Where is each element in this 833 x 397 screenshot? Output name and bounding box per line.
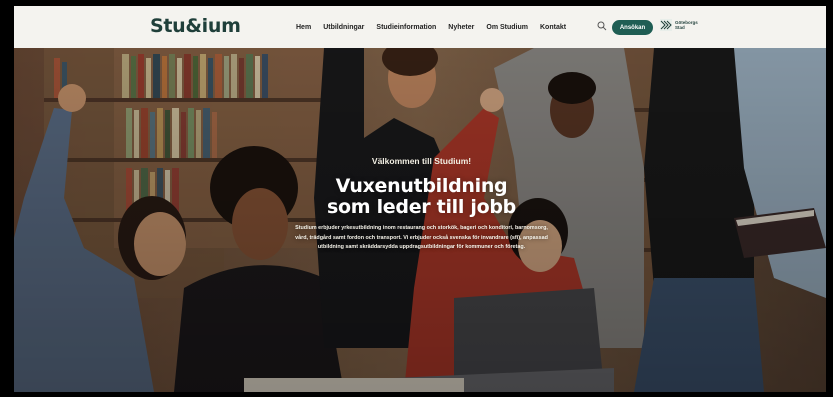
nav-item-om-studium[interactable]: Om Studium bbox=[486, 24, 528, 31]
hero-headline: Vuxenutbildning som leder till jobb bbox=[294, 176, 549, 218]
search-icon[interactable] bbox=[597, 21, 607, 31]
site-header: Stu&ium Hem Utbildningar Studieinformati… bbox=[14, 6, 826, 48]
city-logo[interactable]: Göteborgs Stad bbox=[660, 19, 699, 31]
hero-headline-line-1: Vuxenutbildning bbox=[335, 175, 508, 197]
goteborg-city-logo-icon bbox=[660, 19, 672, 31]
hero-welcome: Välkommen till Studium! bbox=[371, 156, 472, 166]
nav-item-nyheter[interactable]: Nyheter bbox=[448, 24, 474, 31]
site-logo[interactable]: Stu&ium bbox=[150, 15, 241, 37]
nav-item-hem[interactable]: Hem bbox=[296, 24, 311, 31]
nav-item-utbildningar[interactable]: Utbildningar bbox=[323, 24, 364, 31]
nav-item-kontakt[interactable]: Kontakt bbox=[540, 24, 566, 31]
hero-headline-line-2: som leder till jobb bbox=[327, 196, 516, 218]
nav-item-studieinformation[interactable]: Studieinformation bbox=[376, 24, 436, 31]
apply-button[interactable]: Ansökan bbox=[612, 20, 653, 35]
main-nav: Hem Utbildningar Studieinformation Nyhet… bbox=[296, 6, 578, 48]
hero-text-block: Välkommen till Studium! Vuxenutbildning … bbox=[294, 156, 549, 253]
hero-intro: Studium erbjuder yrkesutbildning inom re… bbox=[295, 225, 548, 250]
browser-viewport: Stu&ium Hem Utbildningar Studieinformati… bbox=[14, 6, 826, 392]
hero-section: Välkommen till Studium! Vuxenutbildning … bbox=[14, 48, 826, 392]
city-logo-text: Göteborgs Stad bbox=[675, 20, 698, 30]
